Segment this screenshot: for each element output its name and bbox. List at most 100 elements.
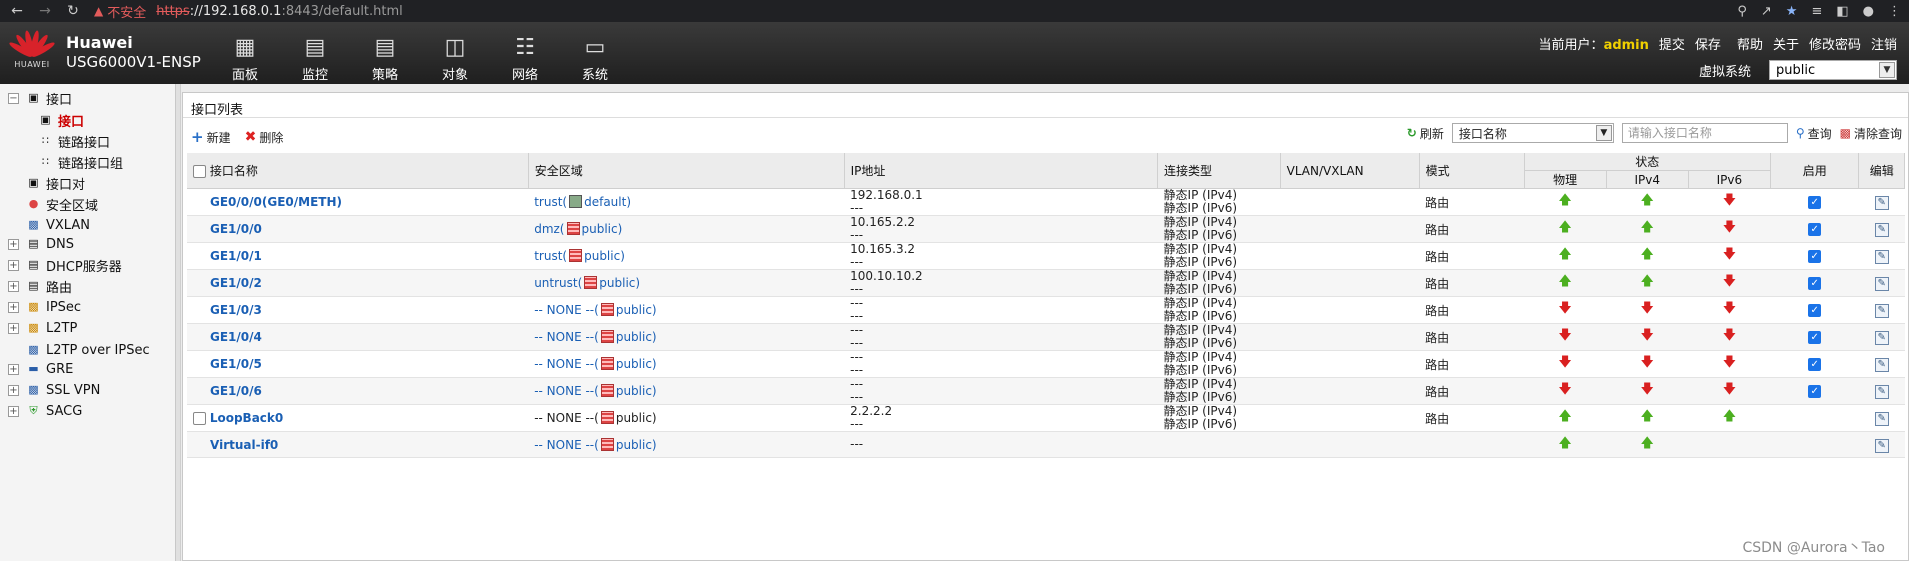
zoom-icon[interactable]: ⚲ — [1737, 4, 1747, 19]
enable-checkbox[interactable]: ✓ — [1808, 358, 1822, 371]
interface-link[interactable]: LoopBack0 — [210, 411, 283, 425]
sidebar-item-link-interface[interactable]: ∷ 链路接口 — [38, 131, 110, 151]
vsys-select[interactable]: public ▼ — [1769, 60, 1897, 80]
query-button[interactable]: ⚲ 查询 — [1796, 125, 1832, 142]
interface-link[interactable]: GE1/0/5 — [210, 357, 262, 371]
enable-checkbox[interactable]: ✓ — [1808, 304, 1822, 317]
sidebar-item-interface[interactable]: ▣ 接口 — [38, 110, 84, 130]
table-row[interactable]: GE1/0/2 untrust(public) 100.10.10.2 --- 静态IP… — [187, 269, 1905, 297]
clear-query-button[interactable]: ▩ 清除查询 — [1840, 125, 1902, 142]
save-link[interactable]: 保存 — [1695, 34, 1721, 53]
edit-icon[interactable]: ✎ — [1874, 385, 1889, 399]
collapse-icon[interactable]: − — [8, 92, 19, 104]
sidebar-item-route[interactable]: + ▤ 路由 — [8, 276, 72, 296]
sidebar-item-vxlan[interactable]: ▩ VXLAN — [26, 215, 90, 235]
sidebar-item-ssl-vpn[interactable]: + ▩ SSL VPN — [8, 380, 100, 400]
nav-network[interactable]: ☷ 网络 — [490, 36, 560, 84]
zone-link[interactable]: trust(public) — [534, 249, 625, 263]
sidebar-splitter[interactable] — [176, 84, 181, 561]
select-all-checkbox[interactable] — [193, 165, 206, 178]
interface-link[interactable]: GE1/0/4 — [210, 330, 262, 344]
expand-icon[interactable]: + — [8, 301, 19, 313]
interface-link[interactable]: GE1/0/1 — [210, 249, 262, 263]
sidebar-item-interface-pair[interactable]: ▣ 接口对 — [26, 173, 85, 193]
expand-icon[interactable]: + — [8, 363, 19, 375]
col-header-ip[interactable]: IP地址 — [844, 153, 1159, 189]
col-header-mode[interactable]: 模式 — [1419, 153, 1525, 189]
edit-icon[interactable]: ✎ — [1874, 358, 1889, 372]
table-row[interactable]: GE1/0/4 -- NONE --(public) --- --- 静态IP (IPv… — [187, 323, 1905, 351]
table-row[interactable]: Virtual-if0 -- NONE --(public) --- 🡅 🡅 ✎ — [187, 431, 1905, 458]
col-header-zone[interactable]: 安全区域 — [528, 153, 845, 189]
expand-icon[interactable]: + — [8, 384, 19, 396]
edit-icon[interactable]: ✎ — [1874, 412, 1889, 426]
back-arrow-icon[interactable]: ← — [6, 3, 28, 19]
sidebar-item-l2tp-over-ipsec[interactable]: ▩ L2TP over IPSec — [26, 340, 149, 360]
delete-button[interactable]: ✖ 删除 — [245, 129, 284, 146]
share-icon[interactable]: ↗ — [1761, 4, 1772, 19]
sidebar-item-gre[interactable]: + ▬ GRE — [8, 359, 73, 379]
address-bar[interactable]: ▲ 不安全 https://192.168.0.1:8443/default.h… — [94, 1, 403, 21]
enable-checkbox[interactable]: ✓ — [1808, 331, 1822, 344]
search-field-select[interactable]: 接口名称 ▼ — [1451, 123, 1614, 143]
nav-system[interactable]: ▭ 系统 — [560, 36, 630, 84]
sidebar-item-l2tp[interactable]: + ▩ L2TP — [8, 318, 77, 338]
sidebar-item-dhcp-server[interactable]: + ▤ DHCP服务器 — [8, 255, 122, 275]
edit-icon[interactable]: ✎ — [1874, 277, 1889, 291]
nav-monitor[interactable]: ▤ 监控 — [280, 36, 350, 84]
zone-link[interactable]: -- NONE --(public) — [534, 357, 657, 371]
sidebar-item-security-zone[interactable]: ● 安全区域 — [26, 194, 98, 214]
interface-link[interactable]: Virtual-if0 — [210, 438, 278, 452]
change-password-link[interactable]: 修改密码 — [1809, 34, 1861, 53]
expand-icon[interactable]: + — [8, 259, 19, 271]
logout-link[interactable]: 注销 — [1871, 34, 1897, 53]
zone-link[interactable]: -- NONE --(public) — [534, 384, 657, 398]
table-row[interactable]: GE1/0/3 -- NONE --(public) --- --- 静态IP (IPv… — [187, 296, 1905, 324]
profile-icon[interactable]: ● — [1863, 4, 1874, 19]
reload-icon[interactable]: ↻ — [62, 3, 84, 19]
zone-link[interactable]: untrust(public) — [534, 276, 640, 290]
refresh-button[interactable]: ↻ 刷新 — [1407, 125, 1444, 142]
interface-link[interactable]: GE0/0/0(GE0/METH) — [210, 195, 342, 209]
zone-link[interactable]: -- NONE --(public) — [534, 437, 657, 452]
side-panel-icon[interactable]: ◧ — [1836, 4, 1848, 19]
edit-icon[interactable]: ✎ — [1874, 304, 1889, 318]
edit-icon[interactable]: ✎ — [1874, 250, 1889, 264]
row-checkbox[interactable] — [193, 412, 206, 425]
about-link[interactable]: 关于 — [1773, 34, 1799, 53]
zone-link[interactable]: -- NONE --(public) — [534, 303, 657, 317]
expand-icon[interactable]: + — [8, 238, 19, 250]
interface-link[interactable]: GE1/0/0 — [210, 222, 262, 236]
reading-list-icon[interactable]: ≡ — [1811, 4, 1822, 19]
sidebar-item-link-interface-group[interactable]: ∷ 链路接口组 — [38, 152, 123, 172]
interface-link[interactable]: GE1/0/3 — [210, 303, 262, 317]
search-input[interactable] — [1621, 123, 1788, 143]
interface-link[interactable]: GE1/0/6 — [210, 384, 262, 398]
commit-link[interactable]: 提交 — [1659, 34, 1685, 53]
table-row[interactable]: GE1/0/0 dmz(public) 10.165.2.2 --- 静态IP (IPv… — [187, 215, 1905, 243]
col-header-conn-type[interactable]: 连接类型 — [1157, 153, 1281, 189]
table-row[interactable]: LoopBack0 -- NONE --(public) 2.2.2.2 --- 静态I… — [187, 404, 1905, 432]
nav-dashboard[interactable]: ▦ 面板 — [210, 36, 280, 84]
table-row[interactable]: GE0/0/0(GE0/METH) trust(default) 192.168.0… — [187, 188, 1905, 216]
col-header-vlan[interactable]: VLAN/VXLAN — [1280, 153, 1420, 189]
nav-policy[interactable]: ▤ 策略 — [350, 36, 420, 84]
menu-kebab-icon[interactable]: ⋮ — [1888, 4, 1901, 19]
bookmark-star-icon[interactable]: ★ — [1786, 4, 1798, 19]
expand-icon[interactable]: + — [8, 280, 19, 292]
enable-checkbox[interactable]: ✓ — [1808, 250, 1822, 263]
table-row[interactable]: GE1/0/5 -- NONE --(public) --- --- 静态IP (IPv… — [187, 350, 1905, 378]
edit-icon[interactable]: ✎ — [1874, 196, 1889, 210]
enable-checkbox[interactable]: ✓ — [1808, 223, 1822, 236]
forward-arrow-icon[interactable]: → — [34, 3, 56, 19]
table-row[interactable]: GE1/0/6 -- NONE --(public) --- --- 静态IP (IPv… — [187, 377, 1905, 405]
sidebar-item-interface-group[interactable]: − ▣ 接口 — [8, 88, 72, 108]
enable-checkbox[interactable]: ✓ — [1808, 196, 1822, 209]
expand-icon[interactable]: + — [8, 405, 19, 417]
zone-link[interactable]: trust(default) — [534, 195, 631, 209]
edit-icon[interactable]: ✎ — [1874, 438, 1889, 453]
edit-icon[interactable]: ✎ — [1874, 223, 1889, 237]
zone-link[interactable]: -- NONE --(public) — [534, 330, 657, 344]
sidebar-item-ipsec[interactable]: + ▩ IPSec — [8, 297, 81, 317]
edit-icon[interactable]: ✎ — [1874, 331, 1889, 345]
